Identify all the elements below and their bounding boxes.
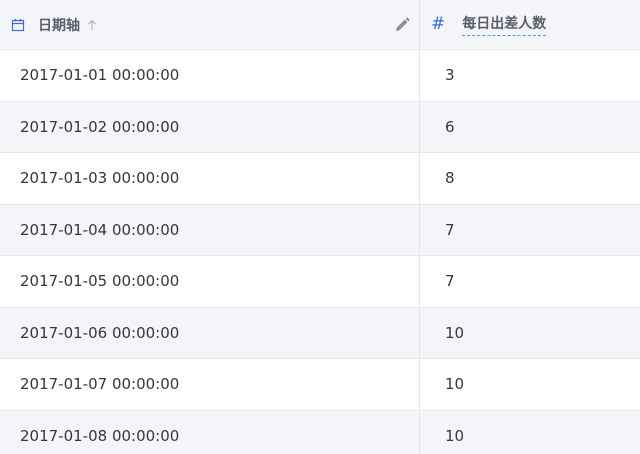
number-type-icon: #	[431, 14, 446, 34]
date-cell[interactable]: 2017-01-01 00:00:00	[0, 50, 420, 101]
table-row: 2017-01-05 00:00:00 7	[0, 256, 640, 308]
count-cell[interactable]: 10	[420, 308, 640, 359]
column-header-count[interactable]: # 每日出差人数	[420, 0, 640, 49]
date-cell[interactable]: 2017-01-05 00:00:00	[0, 256, 420, 307]
table-row: 2017-01-06 00:00:00 10	[0, 307, 640, 359]
calendar-icon	[10, 17, 26, 33]
count-cell[interactable]: 7	[420, 205, 640, 256]
date-cell[interactable]: 2017-01-02 00:00:00	[0, 101, 420, 152]
count-cell[interactable]: 8	[420, 153, 640, 204]
arrow-up-icon[interactable]	[87, 19, 97, 31]
count-cell[interactable]: 10	[420, 359, 640, 410]
column-header-label: 日期轴	[38, 17, 80, 34]
count-cell[interactable]: 6	[420, 102, 640, 153]
date-cell[interactable]: 2017-01-03 00:00:00	[0, 153, 420, 204]
table-row: 2017-01-03 00:00:00 8	[0, 153, 640, 205]
table-row: 2017-01-04 00:00:00 7	[0, 204, 640, 256]
table-row: 2017-01-02 00:00:00 6	[0, 101, 640, 153]
date-cell[interactable]: 2017-01-04 00:00:00	[0, 204, 420, 255]
count-cell[interactable]: 3	[420, 50, 640, 101]
data-table: 日期轴 # 每日出差人数 2017-01-01 00:00:00 3 2017-	[0, 0, 640, 454]
pencil-icon[interactable]	[393, 16, 411, 34]
count-cell[interactable]: 10	[420, 411, 640, 454]
column-header-date[interactable]: 日期轴	[0, 0, 420, 49]
table-header: 日期轴 # 每日出差人数	[0, 0, 640, 50]
count-cell[interactable]: 7	[420, 256, 640, 307]
date-cell[interactable]: 2017-01-08 00:00:00	[0, 410, 420, 454]
table-row: 2017-01-01 00:00:00 3	[0, 50, 640, 102]
table-row: 2017-01-07 00:00:00 10	[0, 359, 640, 411]
column-header-label: 每日出差人数	[462, 13, 547, 36]
date-cell[interactable]: 2017-01-07 00:00:00	[0, 359, 420, 410]
table-row: 2017-01-08 00:00:00 10	[0, 410, 640, 454]
date-cell[interactable]: 2017-01-06 00:00:00	[0, 307, 420, 358]
